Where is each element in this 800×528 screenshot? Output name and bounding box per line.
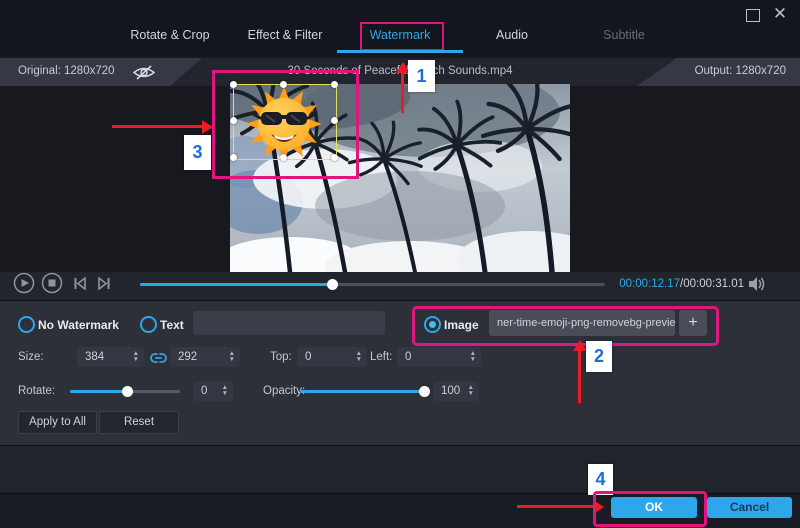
annotation-arrow-1 (401, 73, 404, 113)
text-label: Text (160, 318, 184, 332)
cancel-button[interactable]: Cancel (707, 497, 792, 518)
bottom-spacer (0, 445, 800, 494)
image-filename-field[interactable]: ner-time-emoji-png-removebg-preview.png (489, 310, 675, 336)
left-stepper[interactable]: 0 ▲▼ (397, 347, 481, 367)
image-label: Image (444, 318, 479, 332)
maximize-icon[interactable] (746, 9, 760, 22)
top-value: 0 (297, 351, 356, 363)
radio-no-watermark[interactable] (18, 316, 35, 333)
watermark-dialog: ✕ Rotate & Crop Effect & Filter Watermar… (0, 0, 800, 528)
annotation-box-watermark-tab (360, 22, 444, 51)
annotation-arrow-2 (578, 351, 581, 403)
duration: 00:00:31.01 (683, 278, 744, 290)
size-label: Size: (18, 351, 44, 363)
close-icon[interactable]: ✕ (768, 2, 792, 26)
tab-audio[interactable]: Audio (496, 28, 528, 42)
previous-frame-icon[interactable] (73, 277, 87, 295)
play-icon[interactable] (13, 272, 35, 299)
annotation-step-2: 2 (586, 341, 612, 372)
tab-effect-filter[interactable]: Effect & Filter (248, 28, 323, 42)
no-watermark-label: No Watermark (38, 318, 119, 332)
text-watermark-input[interactable] (193, 311, 385, 335)
stepper-down-icon[interactable]: ▼ (222, 391, 228, 397)
opacity-value: 100 (433, 385, 468, 397)
left-label: Left: (370, 351, 392, 363)
radio-text[interactable] (140, 316, 157, 333)
rotate-slider-fill (70, 390, 128, 393)
tab-subtitle[interactable]: Subtitle (603, 28, 645, 42)
stepper-down-icon[interactable]: ▼ (356, 357, 362, 363)
reset-button[interactable]: Reset (99, 411, 179, 434)
tab-rotate-crop[interactable]: Rotate & Crop (130, 28, 209, 42)
time-display: 00:00:12.17/00:00:31.01 (619, 278, 744, 290)
annotation-arrowhead-2 (573, 340, 587, 351)
add-image-button[interactable]: + (679, 310, 707, 336)
next-frame-icon[interactable] (97, 277, 111, 295)
left-value: 0 (397, 351, 470, 363)
stepper-down-icon[interactable]: ▼ (470, 357, 476, 363)
stepper-down-icon[interactable]: ▼ (229, 357, 235, 363)
annotation-arrowhead-3 (202, 120, 213, 134)
top-stepper[interactable]: 0 ▲▼ (297, 347, 367, 367)
rotate-stepper[interactable]: 0 ▲▼ (193, 381, 233, 401)
seek-slider-knob[interactable] (327, 279, 338, 290)
top-label: Top: (270, 351, 292, 363)
eye-slash-icon[interactable] (133, 64, 155, 86)
size-height-value: 292 (170, 351, 229, 363)
annotation-arrow-3 (112, 125, 202, 128)
link-icon[interactable] (150, 351, 167, 369)
opacity-slider-fill (300, 390, 427, 393)
annotation-arrow-4 (517, 505, 593, 508)
stop-icon[interactable] (41, 272, 63, 299)
stepper-down-icon[interactable]: ▼ (468, 391, 474, 397)
radio-image[interactable] (424, 316, 441, 333)
annotation-step-3: 3 (184, 135, 211, 170)
rotate-label: Rotate: (18, 385, 55, 397)
rotate-slider-knob[interactable] (122, 386, 133, 397)
active-tab-underline (337, 50, 463, 53)
annotation-step-1: 1 (408, 60, 435, 92)
apply-to-all-button[interactable]: Apply to All (18, 411, 97, 434)
opacity-stepper[interactable]: 100 ▲▼ (433, 381, 479, 401)
stepper-down-icon[interactable]: ▼ (133, 357, 139, 363)
size-width-value: 384 (77, 351, 133, 363)
size-width-stepper[interactable]: 384 ▲▼ (77, 347, 144, 367)
opacity-label: Opacity: (263, 385, 305, 397)
size-height-stepper[interactable]: 292 ▲▼ (170, 347, 240, 367)
seek-slider-fill (140, 283, 333, 286)
speaker-icon[interactable] (748, 276, 766, 297)
rotate-value: 0 (193, 385, 222, 397)
annotation-box-watermark (212, 70, 359, 179)
opacity-slider-knob[interactable] (419, 386, 430, 397)
ok-button[interactable]: OK (611, 497, 697, 518)
current-time: 00:00:12.17 (619, 278, 680, 290)
